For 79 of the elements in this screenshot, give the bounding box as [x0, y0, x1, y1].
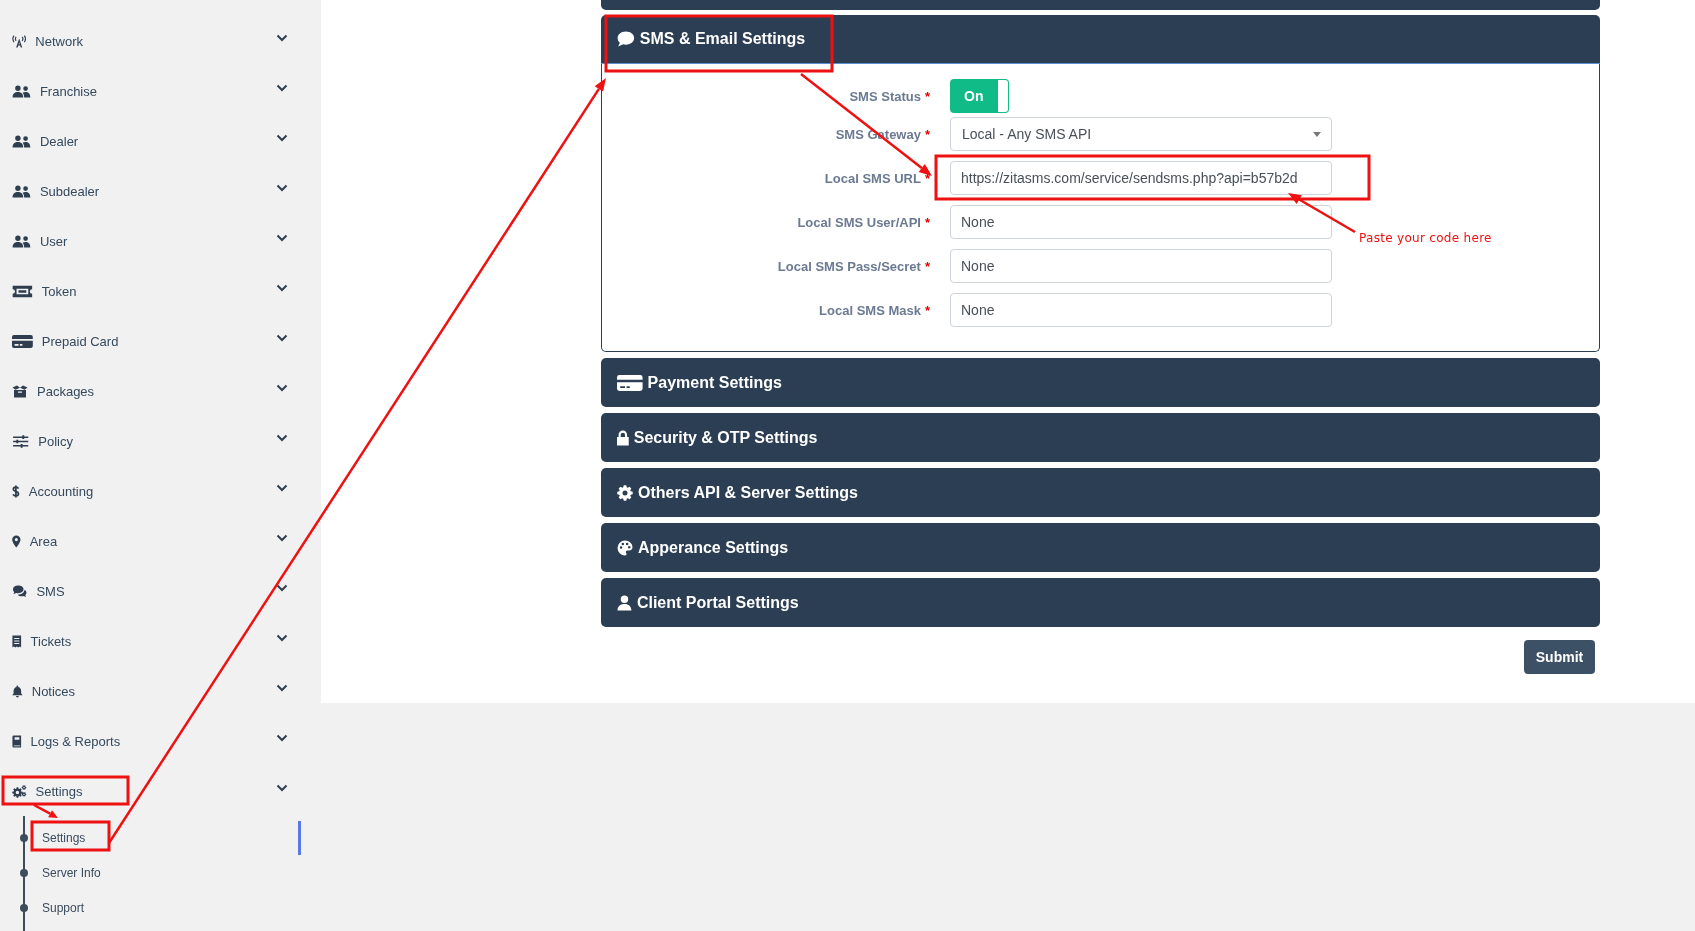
- nav-item[interactable]: Tickets: [0, 616, 321, 666]
- panel-header[interactable]: Others API & Server Settings: [601, 468, 1600, 517]
- credit-card-icon: [12, 334, 33, 348]
- nav-item[interactable]: Accounting: [0, 466, 321, 516]
- users-icon: [12, 134, 31, 148]
- chevron-down-icon: [276, 434, 288, 442]
- book-icon: [12, 734, 22, 748]
- field-label: Local SMS User/API *: [796, 214, 930, 230]
- users-icon: [12, 234, 31, 248]
- chevron-down-icon: [276, 184, 288, 192]
- annotation-note: Paste your code here: [1359, 231, 1492, 245]
- nav-item[interactable]: Dealer: [0, 116, 321, 166]
- users-icon: [12, 84, 31, 98]
- nav-item[interactable]: SMS: [0, 566, 321, 616]
- submenu-item[interactable]: Server Info: [32, 855, 301, 890]
- panel-header[interactable]: Client Portal Settings: [601, 578, 1600, 627]
- receipt-icon: [12, 634, 22, 648]
- panel-header[interactable]: Payment Settings: [601, 358, 1600, 407]
- box-icon: [12, 384, 28, 398]
- nav-item[interactable]: User: [0, 216, 321, 266]
- speech-bubble-icon: [617, 31, 635, 47]
- chevron-down-icon: [276, 734, 288, 742]
- gear-icon: [617, 484, 633, 501]
- nav-item[interactable]: Subdealer: [0, 166, 321, 216]
- field-label: Local SMS Mask *: [818, 302, 930, 318]
- chevron-down-icon: [276, 34, 288, 42]
- users-icon: [12, 184, 31, 198]
- panel-header[interactable]: SMS & Email Settings: [601, 15, 1600, 64]
- nav-item[interactable]: Policy: [0, 416, 321, 466]
- submenu-item[interactable]: Settings: [32, 820, 301, 855]
- chevron-down-icon: [276, 134, 288, 142]
- annotation-arrow: [1288, 193, 1356, 234]
- nav-item[interactable]: Network: [0, 16, 321, 66]
- select-field[interactable]: Local - Any SMS API: [950, 117, 1332, 151]
- chevron-down-icon: [276, 384, 288, 392]
- gears-icon: [12, 784, 27, 798]
- map-pin-icon: [12, 534, 21, 548]
- input-field[interactable]: None: [950, 205, 1332, 239]
- chevron-down-icon: [276, 784, 288, 792]
- caret-down-icon: [1313, 131, 1321, 137]
- chevron-down-icon: [276, 334, 288, 342]
- field-label: Local SMS URL *: [823, 170, 930, 186]
- credit-card-icon: [617, 374, 643, 391]
- input-field[interactable]: None: [950, 293, 1332, 327]
- input-field[interactable]: https://zitasms.com/service/sendsms.php?api=b57b2d: [950, 161, 1332, 195]
- panel-header[interactable]: Apperance Settings: [601, 523, 1600, 572]
- palette-icon: [617, 539, 633, 556]
- bell-icon: [12, 684, 23, 698]
- chevron-down-icon: [276, 284, 288, 292]
- nav-item[interactable]: Token: [0, 266, 321, 316]
- field-label: SMS Status *: [848, 88, 930, 104]
- submenu-item[interactable]: Support: [32, 890, 301, 925]
- user-icon: [617, 594, 632, 611]
- dollar-icon: [12, 484, 20, 498]
- chevron-down-icon: [276, 84, 288, 92]
- input-field[interactable]: None: [950, 249, 1332, 283]
- nav-item[interactable]: Prepaid Card: [0, 316, 321, 366]
- chevron-down-icon: [276, 584, 288, 592]
- chevron-down-icon: [276, 684, 288, 692]
- sliders-icon: [12, 434, 30, 448]
- nav-item[interactable]: Area: [0, 516, 321, 566]
- field-label: Local SMS Pass/Secret *: [776, 258, 930, 274]
- nav-item[interactable]: Notices: [0, 666, 321, 716]
- panel-header[interactable]: Security & OTP Settings: [601, 413, 1600, 462]
- chevron-down-icon: [276, 484, 288, 492]
- chevron-down-icon: [276, 534, 288, 542]
- antenna-icon: [12, 34, 27, 48]
- chat-bubbles-icon: [12, 584, 28, 598]
- nav-item[interactable]: Settings: [0, 766, 321, 816]
- nav-item[interactable]: Logs & Reports: [0, 716, 321, 766]
- nav-item[interactable]: Packages: [0, 366, 321, 416]
- ticket-icon: [12, 284, 33, 298]
- toggle-knob: [998, 80, 1008, 112]
- chevron-down-icon: [276, 634, 288, 642]
- nav-item[interactable]: Franchise: [0, 66, 321, 116]
- submit-button[interactable]: Submit: [1524, 640, 1595, 674]
- lock-icon: [617, 429, 629, 446]
- annotation-arrow: [33, 803, 58, 818]
- chevron-down-icon: [276, 234, 288, 242]
